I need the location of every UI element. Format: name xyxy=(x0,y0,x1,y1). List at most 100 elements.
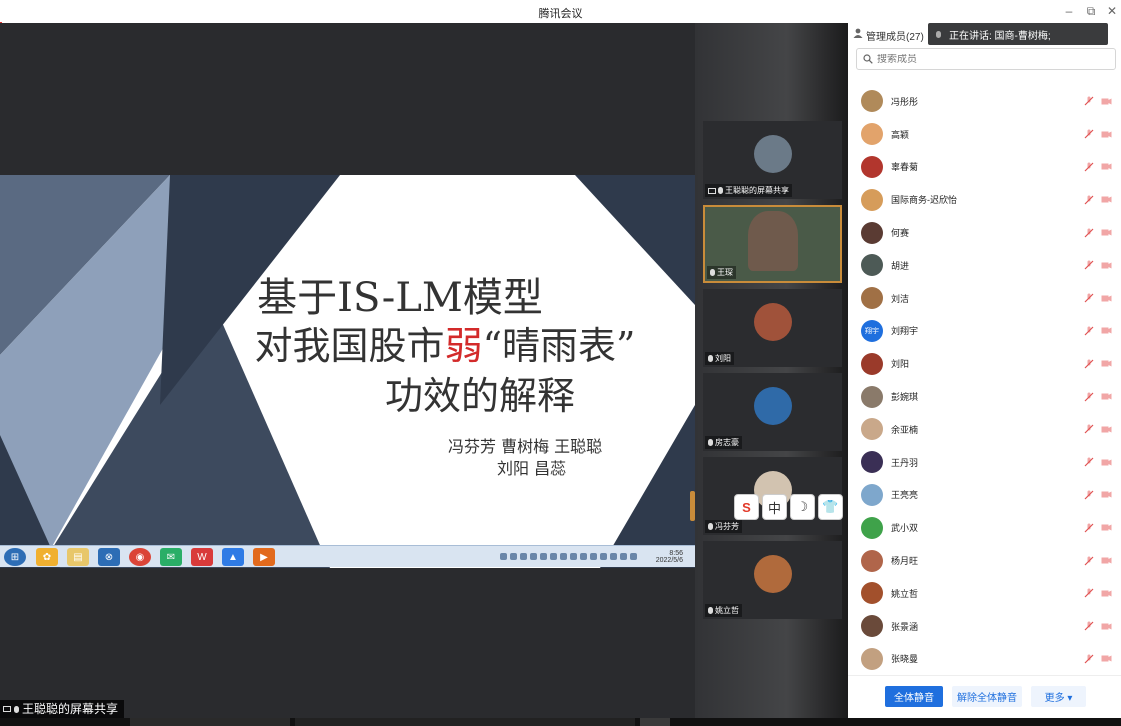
mic-off-icon[interactable] xyxy=(1084,392,1094,402)
member-name: 武小双 xyxy=(891,523,919,534)
camera-off-icon[interactable] xyxy=(1101,195,1112,204)
video-tile[interactable]: 姚立哲 xyxy=(703,541,842,619)
member-row[interactable]: 张景涵 xyxy=(848,610,1121,643)
camera-off-icon[interactable] xyxy=(1101,458,1112,467)
mic-off-icon[interactable] xyxy=(1084,195,1094,205)
splitter-handle[interactable] xyxy=(690,491,695,521)
camera-off-icon[interactable] xyxy=(1101,162,1112,171)
member-row[interactable]: 何赛 xyxy=(848,216,1121,249)
member-row[interactable]: 张晓曼 xyxy=(848,643,1121,676)
mic-icon xyxy=(708,523,713,530)
mic-off-icon[interactable] xyxy=(1084,326,1094,336)
camera-off-icon[interactable] xyxy=(1101,490,1112,499)
mic-off-icon[interactable] xyxy=(1084,621,1094,631)
camera-off-icon[interactable] xyxy=(1101,523,1112,532)
member-avatar xyxy=(861,451,883,474)
mic-off-icon[interactable] xyxy=(1084,523,1094,533)
slide-authors-line-1: 冯芬芳 曹树梅 王聪聪 xyxy=(448,437,603,456)
member-row[interactable]: 辜春菊 xyxy=(848,151,1121,184)
member-search-input[interactable] xyxy=(877,53,1077,65)
tray-time: 8:56 xyxy=(669,550,683,557)
shared-taskbar: ⊞ ✿ ▤ ⊗ ◉ ✉ W ▲ ▶ 8:56 2022/5/6 xyxy=(0,545,695,567)
member-row[interactable]: 翔宇 刘翔宇 xyxy=(848,315,1121,348)
member-row[interactable]: 国际商务-迟欣怡 xyxy=(848,183,1121,216)
member-row[interactable]: 高颖 xyxy=(848,118,1121,151)
camera-off-icon[interactable] xyxy=(1101,261,1112,270)
mic-off-icon[interactable] xyxy=(1084,162,1094,172)
video-tile-name: 房志豪 xyxy=(705,436,742,449)
member-row[interactable]: 武小双 xyxy=(848,511,1121,544)
member-avatar xyxy=(861,615,883,638)
member-avatar: 翔宇 xyxy=(861,319,883,342)
camera-off-icon[interactable] xyxy=(1101,589,1112,598)
member-row[interactable]: 姚立哲 xyxy=(848,577,1121,610)
slides-icon: ▶ xyxy=(253,548,275,566)
video-tile[interactable]: 王琛 xyxy=(703,205,842,283)
member-row[interactable]: 杨月旺 xyxy=(848,544,1121,577)
speaking-mic-icon xyxy=(936,30,941,38)
mute-all-button[interactable]: 全体静音 xyxy=(885,686,943,707)
video-tile[interactable]: 王聪聪的屏幕共享 xyxy=(703,121,842,199)
ime-skin-icon[interactable]: 👕 xyxy=(818,494,843,520)
shared-screen-stage[interactable]: 基于IS-LM模型 对我国股市弱“晴雨表” 功效的解释 冯芬芳 曹树梅 王聪聪 … xyxy=(0,23,695,718)
sogou-logo-icon[interactable]: S xyxy=(734,494,759,520)
camera-off-icon[interactable] xyxy=(1101,97,1112,106)
more-button[interactable]: 更多 ▾ xyxy=(1031,686,1086,707)
member-name: 张晓曼 xyxy=(891,654,919,665)
video-tile[interactable]: 房志豪 xyxy=(703,373,842,451)
unmute-all-button[interactable]: 解除全体静音 xyxy=(952,686,1022,707)
mic-off-icon[interactable] xyxy=(1084,228,1094,238)
mic-off-icon[interactable] xyxy=(1084,588,1094,598)
camera-off-icon[interactable] xyxy=(1101,556,1112,565)
camera-off-icon[interactable] xyxy=(1101,228,1112,237)
member-row[interactable]: 冯彤彤 xyxy=(848,85,1121,118)
meeting-icon: ▲ xyxy=(222,548,244,566)
member-row[interactable]: 王丹羽 xyxy=(848,446,1121,479)
video-tile-name-text: 刘阳 xyxy=(715,354,731,363)
screen-share-label-text: 王聪聪的屏幕共享 xyxy=(22,702,119,716)
member-row[interactable]: 胡进 xyxy=(848,249,1121,282)
mic-off-icon[interactable] xyxy=(1084,556,1094,566)
member-search[interactable] xyxy=(856,48,1116,70)
restore-button[interactable]: ⧉ xyxy=(1082,3,1100,19)
member-row[interactable]: 彭婉琪 xyxy=(848,380,1121,413)
camera-off-icon[interactable] xyxy=(1101,294,1112,303)
screen-share-icon xyxy=(708,187,716,194)
member-row[interactable]: 余亚楠 xyxy=(848,413,1121,446)
video-tile-name-text: 冯芬芳 xyxy=(715,522,739,531)
slide-title-line-3: 功效的解释 xyxy=(384,374,575,418)
mic-off-icon[interactable] xyxy=(1084,293,1094,303)
member-row[interactable]: 刘洁 xyxy=(848,282,1121,315)
screen-share-icon xyxy=(3,706,11,712)
close-button[interactable]: ✕ xyxy=(1103,3,1121,19)
member-count-title[interactable]: 管理成员(27) xyxy=(866,28,924,43)
mic-off-icon[interactable] xyxy=(1084,260,1094,270)
mic-off-icon[interactable] xyxy=(1084,654,1094,664)
mic-off-icon[interactable] xyxy=(1084,457,1094,467)
camera-off-icon[interactable] xyxy=(1101,326,1112,335)
minimize-button[interactable]: – xyxy=(1060,3,1078,19)
chrome-icon: ◉ xyxy=(129,548,151,566)
mic-icon xyxy=(14,705,19,713)
panel-header: 管理成员(27) 正在讲话: 国商-曹树梅; xyxy=(848,23,1121,45)
camera-off-icon[interactable] xyxy=(1101,425,1112,434)
ime-chinese-mode-button[interactable]: 中 xyxy=(762,494,787,520)
camera-off-icon[interactable] xyxy=(1101,654,1112,663)
camera-off-icon[interactable] xyxy=(1101,130,1112,139)
member-avatar xyxy=(861,549,883,572)
tray-date: 2022/5/6 xyxy=(655,557,683,564)
member-row[interactable]: 王亮亮 xyxy=(848,479,1121,512)
video-tile[interactable]: 刘阳 xyxy=(703,289,842,367)
camera-off-icon[interactable] xyxy=(1101,392,1112,401)
mic-off-icon[interactable] xyxy=(1084,424,1094,434)
mic-off-icon[interactable] xyxy=(1084,129,1094,139)
ime-moon-icon[interactable]: ☽ xyxy=(790,494,815,520)
mic-off-icon[interactable] xyxy=(1084,490,1094,500)
mic-off-icon[interactable] xyxy=(1084,96,1094,106)
member-panel: 管理成员(27) 正在讲话: 国商-曹树梅; 冯彤彤高颖辜春菊国际商务-迟欣怡何… xyxy=(848,23,1121,718)
wechat-icon: ✉ xyxy=(160,548,182,566)
camera-off-icon[interactable] xyxy=(1101,359,1112,368)
mic-off-icon[interactable] xyxy=(1084,359,1094,369)
member-row[interactable]: 刘阳 xyxy=(848,347,1121,380)
camera-off-icon[interactable] xyxy=(1101,622,1112,631)
